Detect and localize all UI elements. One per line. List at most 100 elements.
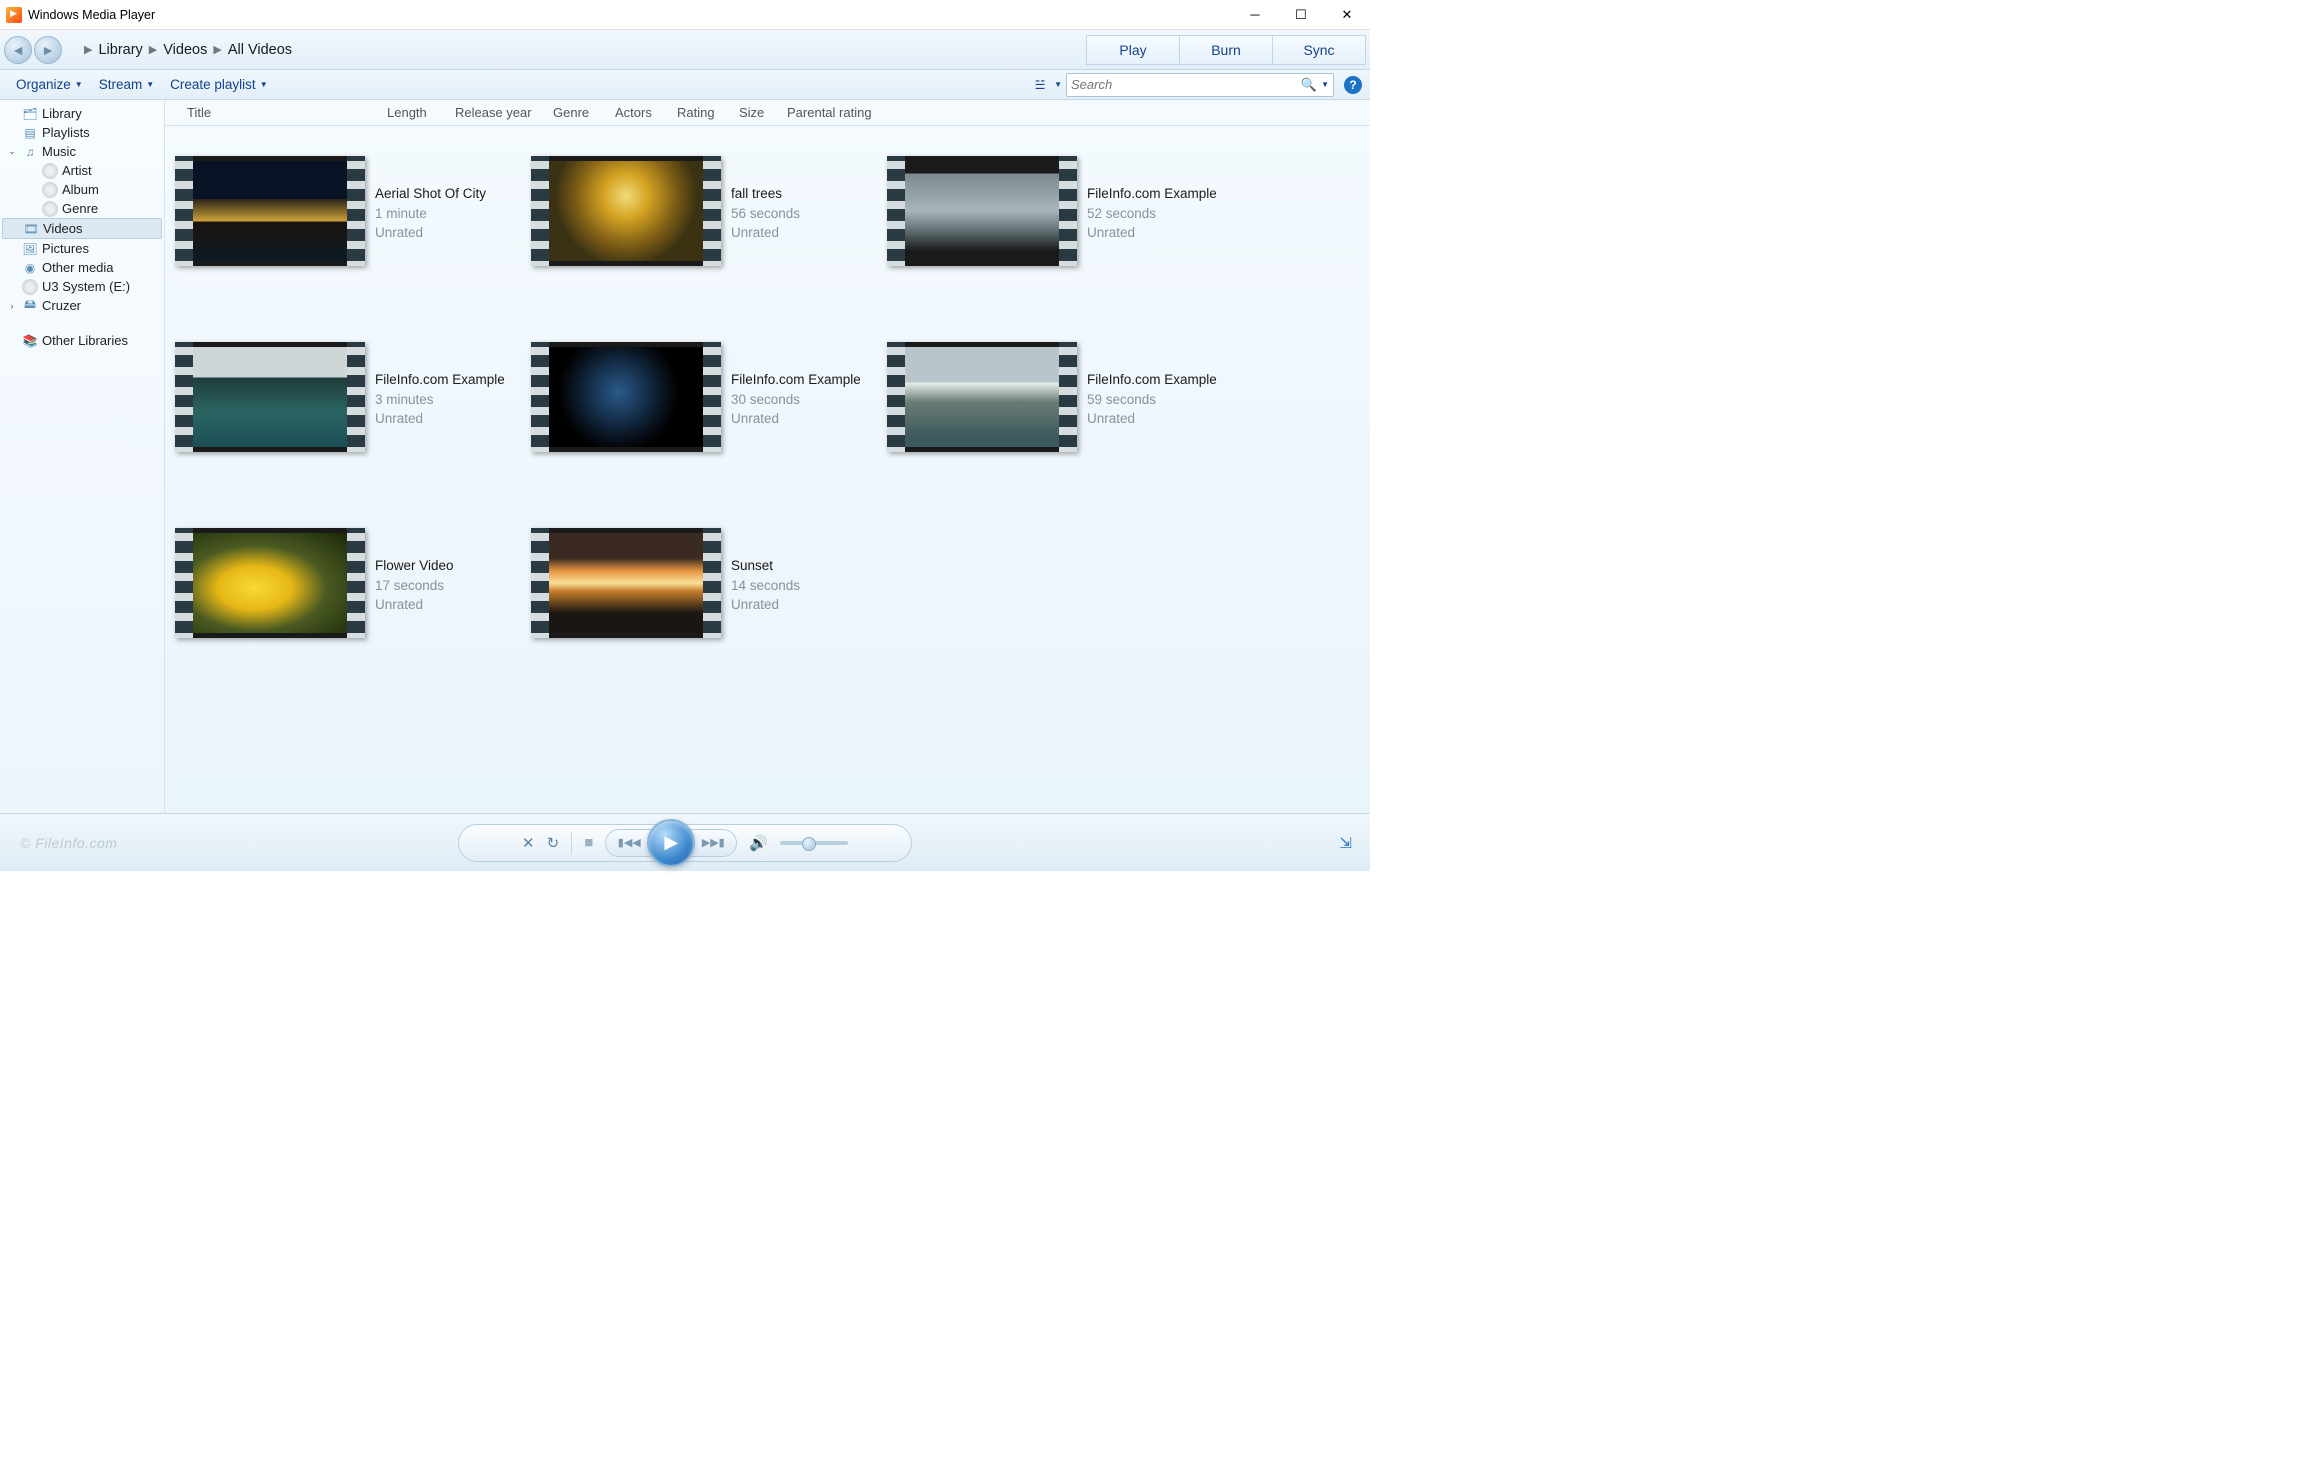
column-actors[interactable]: Actors: [605, 105, 667, 120]
switch-view-button[interactable]: ⇲: [1339, 834, 1352, 852]
video-thumbnail[interactable]: [175, 528, 365, 638]
tab-burn[interactable]: Burn: [1179, 35, 1273, 65]
column-title[interactable]: Title: [177, 105, 377, 120]
sidebar-item-other-libraries[interactable]: 📚 Other Libraries: [0, 331, 164, 350]
breadcrumb-videos[interactable]: Videos: [163, 42, 207, 58]
minimize-button[interactable]: ─: [1232, 0, 1278, 30]
sidebar-item-cruzer[interactable]: › 🖴 Cruzer: [0, 296, 164, 315]
video-title: fall trees: [731, 184, 800, 204]
drive-icon: 🖴: [22, 298, 38, 314]
caret-down-icon[interactable]: ▼: [1054, 80, 1062, 89]
repeat-button[interactable]: ↻: [547, 834, 560, 852]
mute-button[interactable]: 🔊: [749, 834, 768, 852]
playlist-icon: ▤: [22, 125, 38, 141]
video-rating: Unrated: [1087, 409, 1217, 429]
video-item[interactable]: Flower Video17 secondsUnrated: [175, 528, 515, 638]
sidebar-item-library[interactable]: 🗂 Library: [0, 104, 164, 123]
video-rating: Unrated: [731, 409, 861, 429]
video-metadata: FileInfo.com Example59 secondsUnrated: [1087, 342, 1217, 429]
stop-button[interactable]: ■: [584, 834, 593, 851]
video-length: 1 minute: [375, 204, 486, 224]
video-item[interactable]: fall trees56 secondsUnrated: [531, 156, 871, 266]
column-size[interactable]: Size: [729, 105, 777, 120]
video-thumbnail[interactable]: [175, 342, 365, 452]
video-title: FileInfo.com Example: [731, 370, 861, 390]
stream-menu[interactable]: Stream ▼: [91, 75, 162, 94]
sidebar-item-videos[interactable]: 🎞 Videos: [2, 218, 162, 239]
column-parental-rating[interactable]: Parental rating: [777, 105, 897, 120]
video-rating: Unrated: [1087, 223, 1217, 243]
video-icon: 🎞: [23, 221, 39, 237]
tab-play[interactable]: Play: [1086, 35, 1180, 65]
volume-slider[interactable]: [780, 841, 848, 845]
video-thumbnail[interactable]: [887, 156, 1077, 266]
organize-menu[interactable]: Organize ▼: [8, 75, 91, 94]
sidebar-item-playlists[interactable]: ▤ Playlists: [0, 123, 164, 142]
video-item[interactable]: FileInfo.com Example3 minutesUnrated: [175, 342, 515, 452]
sidebar-item-pictures[interactable]: 🖼 Pictures: [0, 239, 164, 258]
disc-icon: [42, 163, 58, 179]
sidebar-item-label: U3 System (E:): [42, 279, 130, 294]
create-playlist-menu[interactable]: Create playlist ▼: [162, 75, 275, 94]
video-thumbnail[interactable]: [175, 156, 365, 266]
sidebar-item-label: Pictures: [42, 241, 89, 256]
video-title: Aerial Shot Of City: [375, 184, 486, 204]
next-button[interactable]: ▶▶▮: [689, 829, 737, 857]
libraries-icon: 📚: [22, 333, 38, 349]
video-thumbnail[interactable]: [531, 342, 721, 452]
previous-button[interactable]: ▮◀◀: [605, 829, 653, 857]
sidebar-item-label: Artist: [62, 163, 92, 178]
sidebar-item-u3-system[interactable]: U3 System (E:): [0, 277, 164, 296]
video-item[interactable]: FileInfo.com Example30 secondsUnrated: [531, 342, 871, 452]
thumbnail-image: [193, 533, 347, 633]
column-rating[interactable]: Rating: [667, 105, 729, 120]
video-metadata: Flower Video17 secondsUnrated: [375, 528, 454, 615]
forward-button[interactable]: ►: [34, 36, 62, 64]
chevron-right-icon: ▶: [213, 43, 221, 56]
content-area: Title Length Release year Genre Actors R…: [165, 100, 1370, 813]
sidebar-item-other-media[interactable]: ◉ Other media: [0, 258, 164, 277]
caret-down-icon[interactable]: ▼: [1321, 80, 1329, 89]
video-thumbnail[interactable]: [887, 342, 1077, 452]
video-item[interactable]: FileInfo.com Example52 secondsUnrated: [887, 156, 1227, 266]
search-icon[interactable]: 🔍: [1301, 77, 1317, 93]
play-button[interactable]: ▶: [647, 819, 695, 867]
search-input[interactable]: [1071, 77, 1301, 92]
sidebar-item-album[interactable]: Album: [0, 180, 164, 199]
video-item[interactable]: Sunset14 secondsUnrated: [531, 528, 871, 638]
video-length: 3 minutes: [375, 390, 505, 410]
stream-label: Stream: [99, 77, 143, 92]
maximize-button[interactable]: ☐: [1278, 0, 1324, 30]
column-release-year[interactable]: Release year: [445, 105, 543, 120]
video-item[interactable]: Aerial Shot Of City1 minuteUnrated: [175, 156, 515, 266]
app-icon: [6, 7, 22, 23]
tab-sync[interactable]: Sync: [1272, 35, 1366, 65]
video-thumbnail[interactable]: [531, 156, 721, 266]
close-button[interactable]: ✕: [1324, 0, 1370, 30]
breadcrumb-all-videos[interactable]: All Videos: [228, 42, 292, 58]
disc-icon: [42, 182, 58, 198]
thumbnail-image: [549, 533, 703, 633]
column-genre[interactable]: Genre: [543, 105, 605, 120]
back-button[interactable]: ◄: [4, 36, 32, 64]
search-box[interactable]: 🔍 ▼: [1066, 73, 1334, 97]
help-button[interactable]: ?: [1344, 76, 1362, 94]
video-thumbnail[interactable]: [531, 528, 721, 638]
expand-icon[interactable]: ⌄: [6, 146, 18, 157]
video-length: 30 seconds: [731, 390, 861, 410]
column-length[interactable]: Length: [377, 105, 445, 120]
caret-down-icon: ▼: [75, 80, 83, 89]
breadcrumb-library[interactable]: Library: [98, 42, 142, 58]
video-item[interactable]: FileInfo.com Example59 secondsUnrated: [887, 342, 1227, 452]
transport-cluster: ▮◀◀ ▶ ▶▶▮: [605, 819, 737, 867]
expand-icon[interactable]: ›: [6, 301, 18, 311]
view-options-button[interactable]: ☱: [1030, 75, 1050, 95]
window-title: Windows Media Player: [28, 8, 155, 22]
create-playlist-label: Create playlist: [170, 77, 256, 92]
navigation-bar: ◄ ► ▶ Library ▶ Videos ▶ All Videos Play…: [0, 30, 1370, 70]
shuffle-button[interactable]: ✕: [522, 834, 535, 852]
sidebar-item-artist[interactable]: Artist: [0, 161, 164, 180]
video-length: 52 seconds: [1087, 204, 1217, 224]
sidebar-item-music[interactable]: ⌄ ♫ Music: [0, 142, 164, 161]
sidebar-item-genre[interactable]: Genre: [0, 199, 164, 218]
